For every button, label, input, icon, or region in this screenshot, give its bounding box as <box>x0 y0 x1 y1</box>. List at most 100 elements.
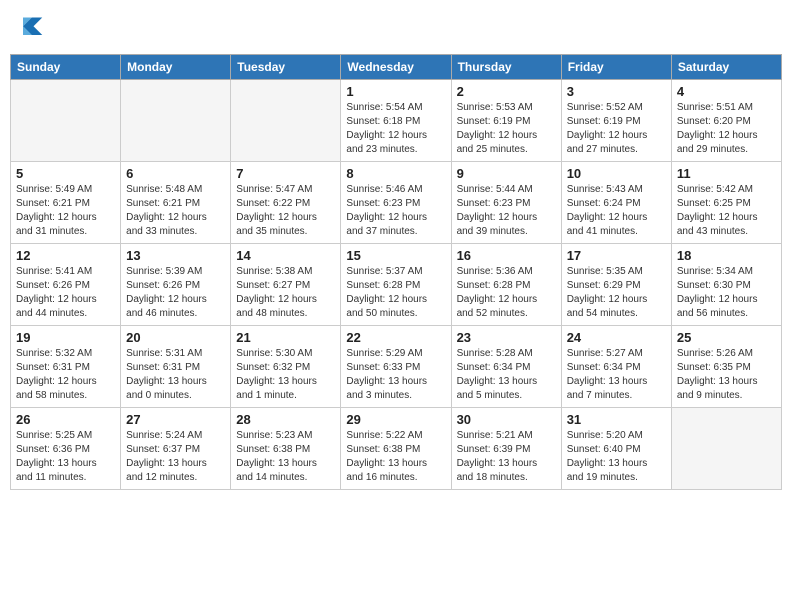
page-header <box>10 10 782 46</box>
calendar-cell: 26Sunrise: 5:25 AM Sunset: 6:36 PM Dayli… <box>11 408 121 490</box>
day-number: 18 <box>677 248 776 263</box>
day-number: 16 <box>457 248 556 263</box>
day-number: 4 <box>677 84 776 99</box>
day-number: 2 <box>457 84 556 99</box>
calendar-cell: 5 Sunrise: 5:49 AM Sunset: 6:21 PM Daylig… <box>11 162 121 244</box>
day-number: 25 <box>677 330 776 345</box>
day-info: Sunrise: 5:38 AM Sunset: 6:27 PM Dayligh… <box>236 265 335 321</box>
day-number: 30 <box>457 412 556 427</box>
day-number: 28 <box>236 412 335 427</box>
day-number: 5 <box>16 166 115 181</box>
weekday-header-monday: Monday <box>121 55 231 80</box>
calendar-cell: 15 Sunrise: 5:37 AM Sunset: 6:28 PM Dayli… <box>341 244 451 326</box>
day-number: 20 <box>126 330 225 345</box>
day-info: Sunrise: 5:52 AM Sunset: 6:19 PM Dayligh… <box>567 101 666 157</box>
day-info: Sunrise: 5:34 AM Sunset: 6:30 PM Dayligh… <box>677 265 776 321</box>
weekday-header-wednesday: Wednesday <box>341 55 451 80</box>
calendar-cell: 4 Sunrise: 5:51 AM Sunset: 6:20 PM Daylig… <box>671 80 781 162</box>
day-info: Sunrise: 5:46 AM Sunset: 6:23 PM Dayligh… <box>346 183 445 239</box>
calendar-cell: 28Sunrise: 5:23 AM Sunset: 6:38 PM Dayli… <box>231 408 341 490</box>
day-info: Sunrise: 5:35 AM Sunset: 6:29 PM Dayligh… <box>567 265 666 321</box>
calendar-cell: 22 Sunrise: 5:29 AM Sunset: 6:33 PM Dayli… <box>341 326 451 408</box>
calendar-cell <box>231 80 341 162</box>
calendar-cell: 11Sunrise: 5:42 AM Sunset: 6:25 PM Dayli… <box>671 162 781 244</box>
day-info: Sunrise: 5:39 AM Sunset: 6:26 PM Dayligh… <box>126 265 225 321</box>
day-info: Sunrise: 5:31 AM Sunset: 6:31 PM Dayligh… <box>126 347 225 403</box>
calendar-cell <box>11 80 121 162</box>
day-number: 24 <box>567 330 666 345</box>
day-info: Sunrise: 5:43 AM Sunset: 6:24 PM Dayligh… <box>567 183 666 239</box>
weekday-header-sunday: Sunday <box>11 55 121 80</box>
day-number: 6 <box>126 166 225 181</box>
day-info: Sunrise: 5:47 AM Sunset: 6:22 PM Dayligh… <box>236 183 335 239</box>
day-number: 15 <box>346 248 445 263</box>
calendar-cell: 24 Sunrise: 5:27 AM Sunset: 6:34 PM Dayli… <box>561 326 671 408</box>
day-number: 29 <box>346 412 445 427</box>
day-info: Sunrise: 5:20 AM Sunset: 6:40 PM Dayligh… <box>567 429 666 485</box>
calendar-cell: 3 Sunrise: 5:52 AM Sunset: 6:19 PM Daylig… <box>561 80 671 162</box>
logo-icon <box>16 14 44 42</box>
calendar-cell: 27 Sunrise: 5:24 AM Sunset: 6:37 PM Dayli… <box>121 408 231 490</box>
calendar-cell: 16 Sunrise: 5:36 AM Sunset: 6:28 PM Dayli… <box>451 244 561 326</box>
day-number: 13 <box>126 248 225 263</box>
calendar-cell: 2 Sunrise: 5:53 AM Sunset: 6:19 PM Daylig… <box>451 80 561 162</box>
day-info: Sunrise: 5:24 AM Sunset: 6:37 PM Dayligh… <box>126 429 225 485</box>
calendar-cell: 9 Sunrise: 5:44 AM Sunset: 6:23 PM Daylig… <box>451 162 561 244</box>
weekday-header-tuesday: Tuesday <box>231 55 341 80</box>
logo <box>16 14 46 42</box>
calendar-cell: 25 Sunrise: 5:26 AM Sunset: 6:35 PM Dayli… <box>671 326 781 408</box>
day-number: 21 <box>236 330 335 345</box>
calendar-week-5: 26Sunrise: 5:25 AM Sunset: 6:36 PM Dayli… <box>11 408 782 490</box>
calendar-cell <box>671 408 781 490</box>
day-number: 19 <box>16 330 115 345</box>
day-number: 22 <box>346 330 445 345</box>
day-number: 23 <box>457 330 556 345</box>
calendar-cell: 18 Sunrise: 5:34 AM Sunset: 6:30 PM Dayli… <box>671 244 781 326</box>
calendar-week-1: 1Sunrise: 5:54 AM Sunset: 6:18 PM Daylig… <box>11 80 782 162</box>
calendar-cell: 31 Sunrise: 5:20 AM Sunset: 6:40 PM Dayli… <box>561 408 671 490</box>
day-info: Sunrise: 5:22 AM Sunset: 6:38 PM Dayligh… <box>346 429 445 485</box>
day-info: Sunrise: 5:30 AM Sunset: 6:32 PM Dayligh… <box>236 347 335 403</box>
day-info: Sunrise: 5:53 AM Sunset: 6:19 PM Dayligh… <box>457 101 556 157</box>
day-number: 11 <box>677 166 776 181</box>
calendar-cell: 14Sunrise: 5:38 AM Sunset: 6:27 PM Dayli… <box>231 244 341 326</box>
day-number: 17 <box>567 248 666 263</box>
day-info: Sunrise: 5:36 AM Sunset: 6:28 PM Dayligh… <box>457 265 556 321</box>
day-info: Sunrise: 5:44 AM Sunset: 6:23 PM Dayligh… <box>457 183 556 239</box>
calendar-cell: 23 Sunrise: 5:28 AM Sunset: 6:34 PM Dayli… <box>451 326 561 408</box>
day-number: 12 <box>16 248 115 263</box>
day-info: Sunrise: 5:29 AM Sunset: 6:33 PM Dayligh… <box>346 347 445 403</box>
day-info: Sunrise: 5:27 AM Sunset: 6:34 PM Dayligh… <box>567 347 666 403</box>
day-number: 1 <box>346 84 445 99</box>
calendar-cell: 19 Sunrise: 5:32 AM Sunset: 6:31 PM Dayli… <box>11 326 121 408</box>
day-info: Sunrise: 5:28 AM Sunset: 6:34 PM Dayligh… <box>457 347 556 403</box>
day-number: 8 <box>346 166 445 181</box>
calendar-cell: 7 Sunrise: 5:47 AM Sunset: 6:22 PM Daylig… <box>231 162 341 244</box>
weekday-header-friday: Friday <box>561 55 671 80</box>
calendar-week-4: 19 Sunrise: 5:32 AM Sunset: 6:31 PM Dayli… <box>11 326 782 408</box>
day-number: 10 <box>567 166 666 181</box>
day-info: Sunrise: 5:37 AM Sunset: 6:28 PM Dayligh… <box>346 265 445 321</box>
day-number: 31 <box>567 412 666 427</box>
calendar-cell: 21 Sunrise: 5:30 AM Sunset: 6:32 PM Dayli… <box>231 326 341 408</box>
day-info: Sunrise: 5:41 AM Sunset: 6:26 PM Dayligh… <box>16 265 115 321</box>
weekday-header-saturday: Saturday <box>671 55 781 80</box>
calendar-cell: 8 Sunrise: 5:46 AM Sunset: 6:23 PM Daylig… <box>341 162 451 244</box>
day-info: Sunrise: 5:32 AM Sunset: 6:31 PM Dayligh… <box>16 347 115 403</box>
day-info: Sunrise: 5:21 AM Sunset: 6:39 PM Dayligh… <box>457 429 556 485</box>
day-number: 27 <box>126 412 225 427</box>
day-number: 7 <box>236 166 335 181</box>
day-info: Sunrise: 5:26 AM Sunset: 6:35 PM Dayligh… <box>677 347 776 403</box>
day-number: 3 <box>567 84 666 99</box>
day-number: 26 <box>16 412 115 427</box>
day-number: 9 <box>457 166 556 181</box>
calendar-cell: 1Sunrise: 5:54 AM Sunset: 6:18 PM Daylig… <box>341 80 451 162</box>
calendar-table: SundayMondayTuesdayWednesdayThursdayFrid… <box>10 54 782 490</box>
calendar-cell: 13 Sunrise: 5:39 AM Sunset: 6:26 PM Dayli… <box>121 244 231 326</box>
weekday-header-thursday: Thursday <box>451 55 561 80</box>
day-info: Sunrise: 5:51 AM Sunset: 6:20 PM Dayligh… <box>677 101 776 157</box>
calendar-week-2: 5 Sunrise: 5:49 AM Sunset: 6:21 PM Daylig… <box>11 162 782 244</box>
calendar-cell: 30 Sunrise: 5:21 AM Sunset: 6:39 PM Dayli… <box>451 408 561 490</box>
day-info: Sunrise: 5:49 AM Sunset: 6:21 PM Dayligh… <box>16 183 115 239</box>
calendar-cell: 10 Sunrise: 5:43 AM Sunset: 6:24 PM Dayli… <box>561 162 671 244</box>
